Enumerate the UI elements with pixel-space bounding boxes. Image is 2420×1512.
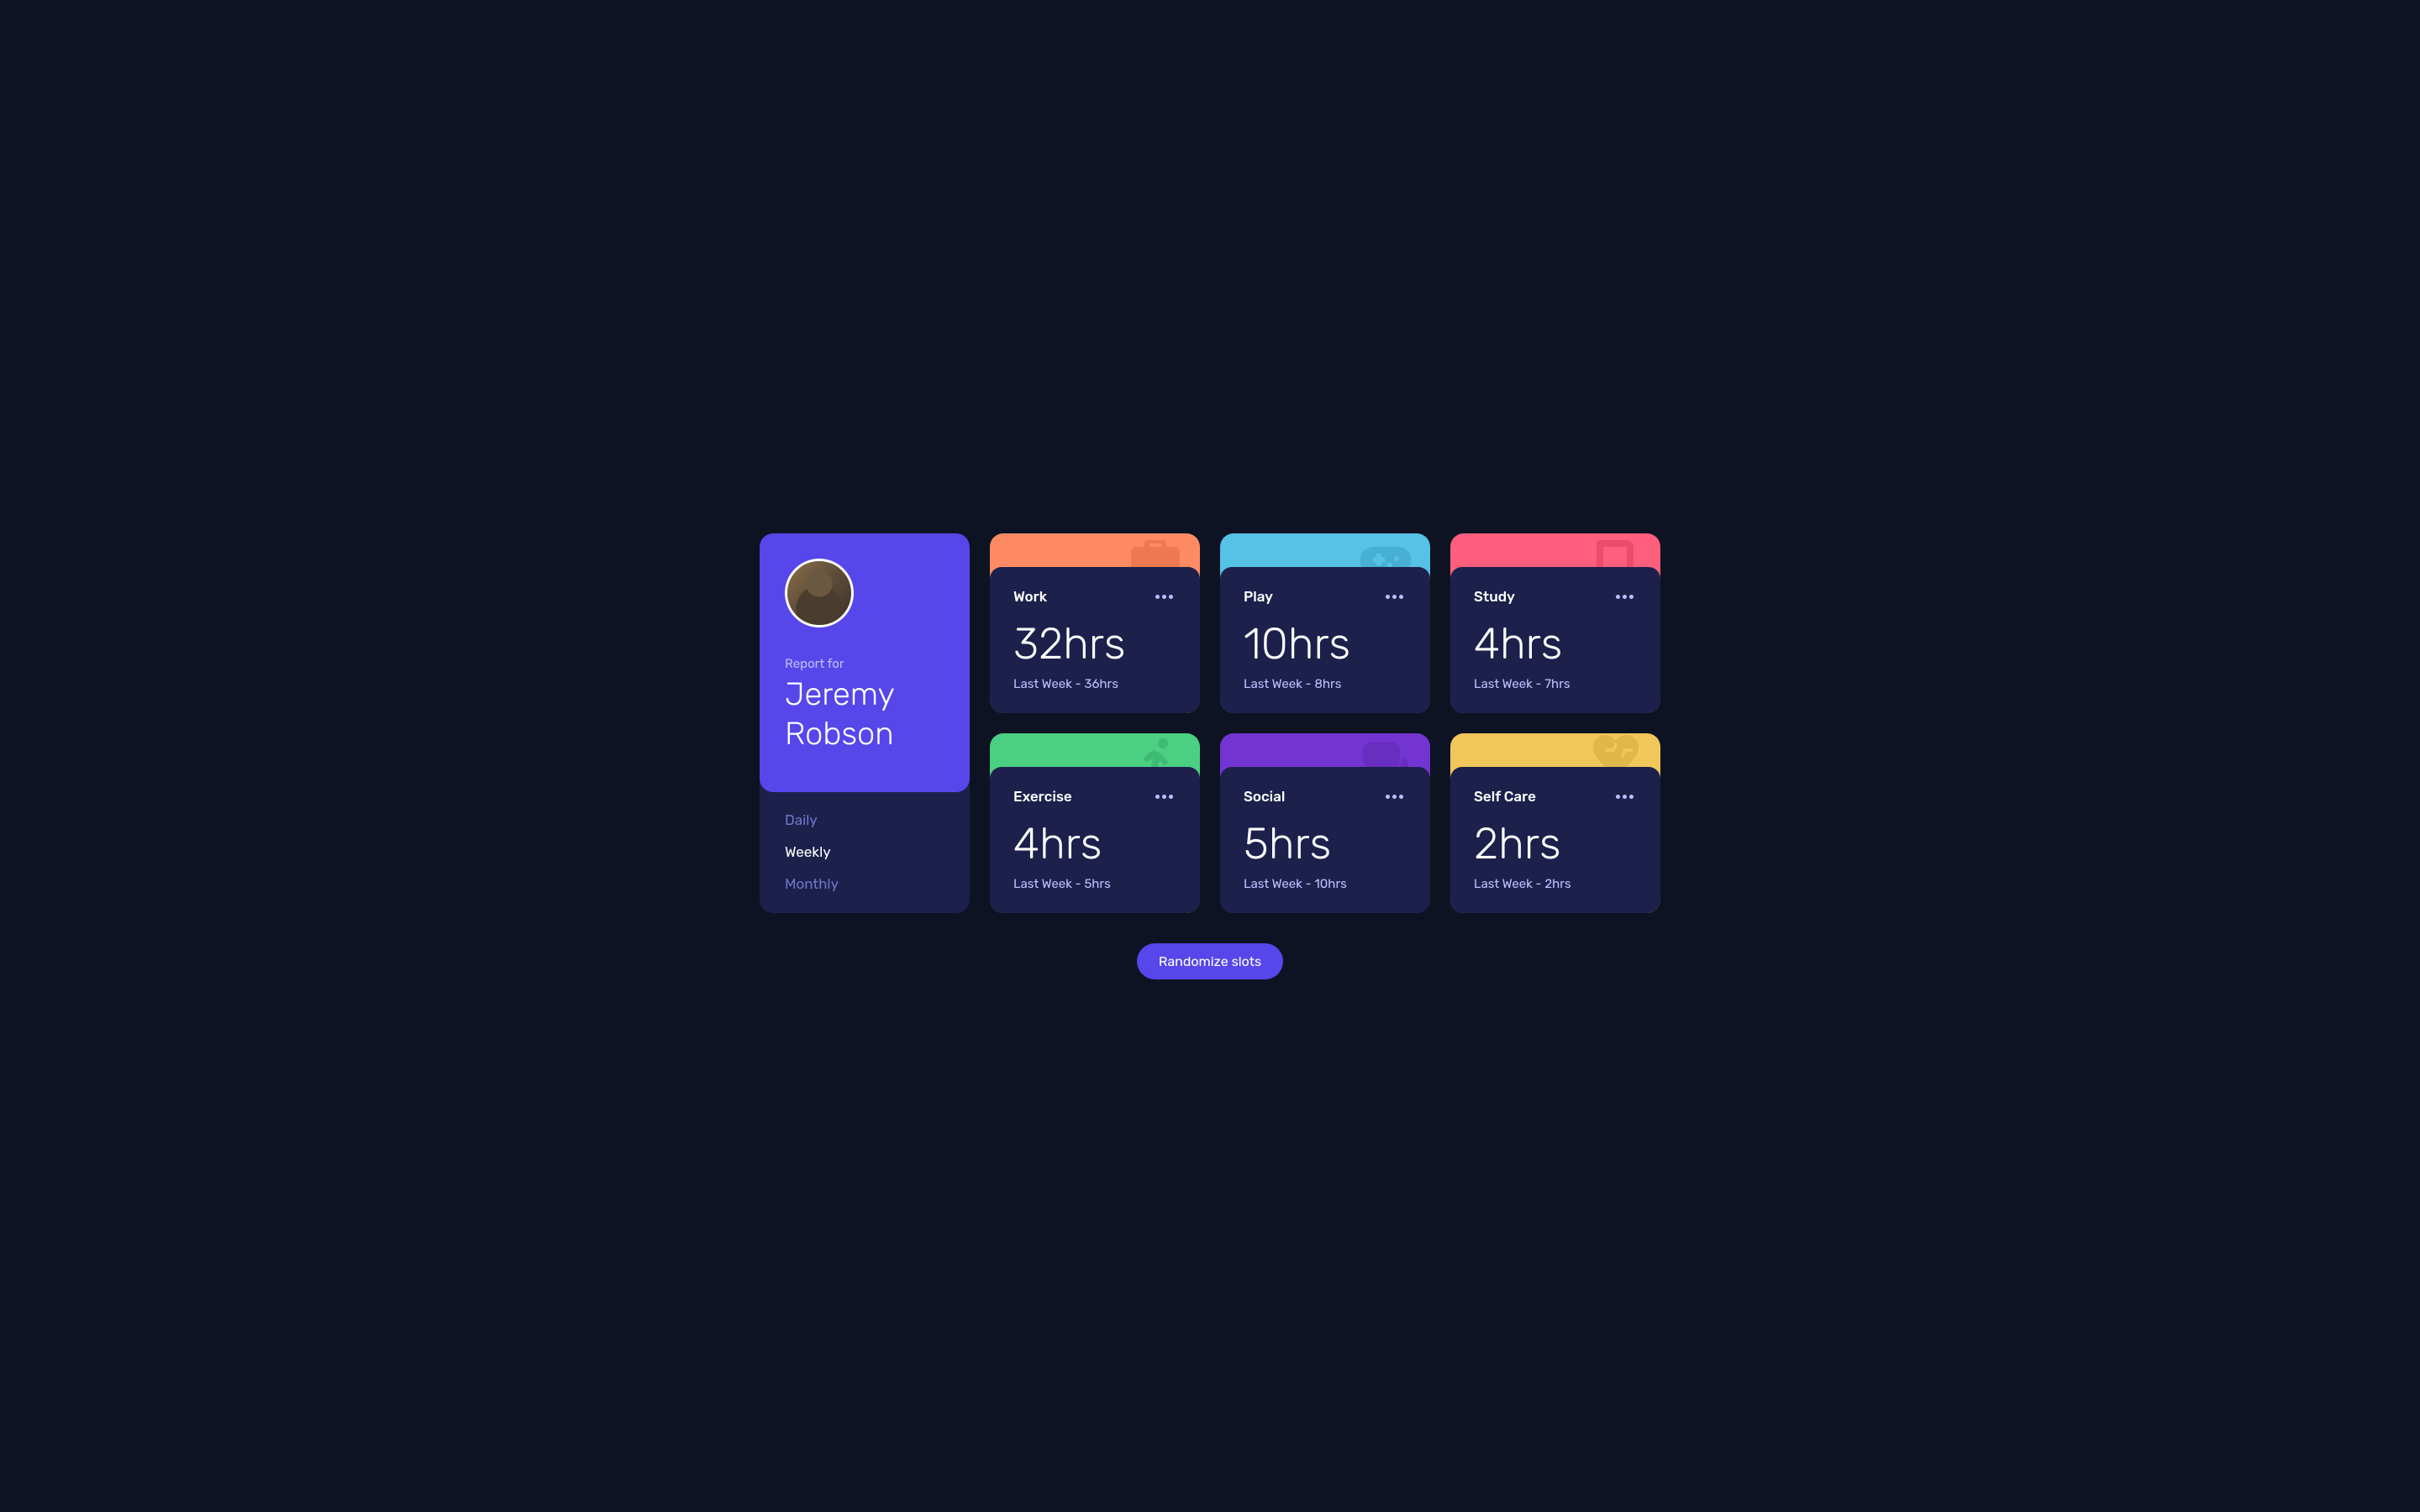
randomize-button[interactable]: Randomize slots [1137,943,1283,979]
previous-value: Last Week - 10hrs [1244,876,1407,891]
activity-card-selfcare: Self Care 2hrs Last Week - 2hrs [1450,733,1660,913]
hours-value: 2hrs [1474,817,1637,869]
report-for-label: Report for [785,656,944,671]
activity-card-exercise: Exercise 4hrs Last Week - 5hrs [990,733,1200,913]
card-content[interactable]: Play 10hrs Last Week - 8hrs [1220,567,1430,713]
activity-card-play: Play 10hrs Last Week - 8hrs [1220,533,1430,713]
card-title: Study [1474,589,1515,606]
card-content[interactable]: Study 4hrs Last Week - 7hrs [1450,567,1660,713]
ellipsis-icon[interactable] [1382,591,1407,602]
ellipsis-icon[interactable] [1152,591,1176,602]
card-title: Self Care [1474,789,1536,806]
card-header: Social [1244,789,1407,806]
ellipsis-icon[interactable] [1152,791,1176,802]
previous-value: Last Week - 8hrs [1244,676,1407,691]
card-header: Play [1244,589,1407,606]
activity-card-study: Study 4hrs Last Week - 7hrs [1450,533,1660,713]
card-content[interactable]: Self Care 2hrs Last Week - 2hrs [1450,767,1660,913]
ellipsis-icon[interactable] [1612,791,1637,802]
hours-value: 4hrs [1474,617,1637,669]
card-content[interactable]: Social 5hrs Last Week - 10hrs [1220,767,1430,913]
card-content[interactable]: Work 32hrs Last Week - 36hrs [990,567,1200,713]
hours-value: 32hrs [1013,617,1176,669]
activity-card-social: Social 5hrs Last Week - 10hrs [1220,733,1430,913]
card-title: Play [1244,589,1273,606]
ellipsis-icon[interactable] [1382,791,1407,802]
profile-name: Jeremy Robson [785,675,944,754]
previous-value: Last Week - 5hrs [1013,876,1176,891]
card-header: Study [1474,589,1637,606]
timeframe-daily[interactable]: Daily [785,812,944,829]
card-title: Work [1013,589,1047,606]
timeframe-weekly[interactable]: Weekly [785,844,944,861]
previous-value: Last Week - 2hrs [1474,876,1637,891]
card-title: Exercise [1013,789,1072,806]
card-title: Social [1244,789,1285,806]
card-header: Self Care [1474,789,1637,806]
card-header: Work [1013,589,1176,606]
timeframe-monthly[interactable]: Monthly [785,876,944,893]
avatar [785,559,854,627]
previous-value: Last Week - 7hrs [1474,676,1637,691]
profile-header: Report for Jeremy Robson [760,533,970,792]
card-header: Exercise [1013,789,1176,806]
hours-value: 4hrs [1013,817,1176,869]
time-tracking-dashboard: Report for Jeremy Robson Daily Weekly Mo… [760,533,1660,913]
hours-value: 5hrs [1244,817,1407,869]
hours-value: 10hrs [1244,617,1407,669]
card-content[interactable]: Exercise 4hrs Last Week - 5hrs [990,767,1200,913]
profile-card: Report for Jeremy Robson Daily Weekly Mo… [760,533,970,913]
timeframe-nav: Daily Weekly Monthly [760,792,970,913]
previous-value: Last Week - 36hrs [1013,676,1176,691]
ellipsis-icon[interactable] [1612,591,1637,602]
activity-card-work: Work 32hrs Last Week - 36hrs [990,533,1200,713]
